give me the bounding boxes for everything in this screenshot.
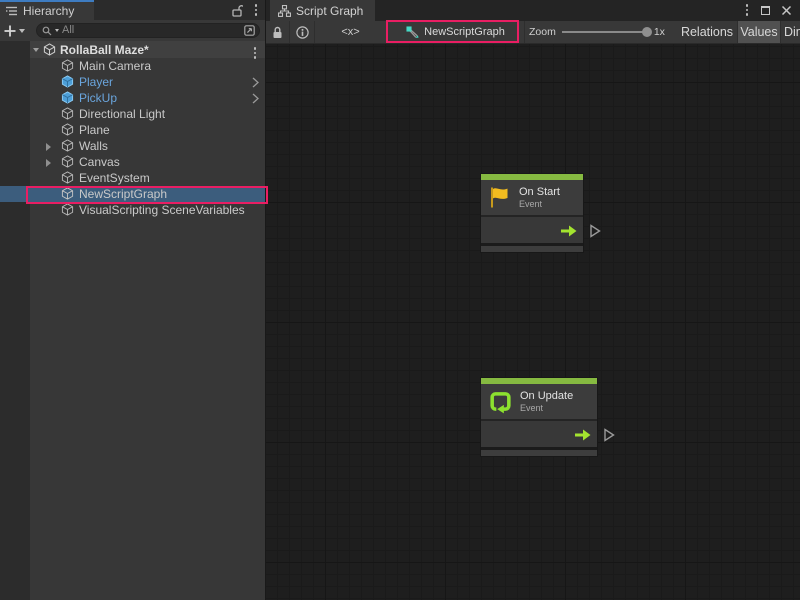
hierarchy-item-pickup[interactable]: PickUp xyxy=(0,90,265,106)
hierarchy-toolbar: All xyxy=(0,20,265,41)
foldout-open-icon[interactable] xyxy=(33,48,39,52)
flow-arrow-icon xyxy=(560,225,577,237)
hierarchy-item-player[interactable]: Player xyxy=(0,74,265,90)
graph-info-button[interactable] xyxy=(290,21,315,43)
prefab-chevron-icon[interactable] xyxy=(252,77,259,88)
unlock-icon[interactable] xyxy=(232,4,243,17)
node-on-update[interactable]: On Update Event xyxy=(481,378,597,456)
hierarchy-item-directional-light[interactable]: Directional Light xyxy=(0,106,265,122)
gameobject-cube-icon xyxy=(61,187,74,200)
graph-canvas[interactable]: On Start Event On Update Event xyxy=(266,44,800,600)
item-label: NewScriptGraph xyxy=(79,186,167,202)
script-graph-panel: Script Graph <x> NewScriptGraph xyxy=(266,0,800,600)
hierarchy-item-main-camera[interactable]: Main Camera xyxy=(0,58,265,74)
scene-header-rollaball-maze[interactable]: RollaBall Maze* xyxy=(30,41,265,58)
zoom-value: 1x xyxy=(654,26,665,38)
script-graph-asset-icon xyxy=(406,26,419,39)
relations-button[interactable]: Relations xyxy=(677,21,738,43)
item-label: Main Camera xyxy=(79,58,151,74)
node-footer xyxy=(481,243,583,252)
prefab-chevron-icon[interactable] xyxy=(252,93,259,104)
asset-name-label: NewScriptGraph xyxy=(424,26,505,38)
close-icon[interactable] xyxy=(781,5,792,16)
lock-icon xyxy=(272,26,283,39)
graph-variables-button[interactable]: <x> xyxy=(315,21,387,43)
unity-editor-window: Hierarchy All RollaBall Maz xyxy=(0,0,800,600)
gameobject-cube-icon xyxy=(61,107,74,120)
node-subtitle: Event xyxy=(520,403,573,413)
zoom-slider[interactable] xyxy=(562,31,648,33)
dim-button[interactable]: Dim xyxy=(781,21,800,43)
item-label: Player xyxy=(79,74,113,90)
item-label: Directional Light xyxy=(79,106,165,122)
graph-asset-breadcrumb[interactable]: NewScriptGraph xyxy=(387,21,525,43)
add-gameobject-button[interactable] xyxy=(4,20,25,41)
script-graph-toolbar: <x> NewScriptGraph Zoom 1x Relations Val… xyxy=(266,21,800,44)
gameobject-cube-icon xyxy=(61,59,74,72)
hierarchy-tree: Main Camera Player PickUp Directional Li… xyxy=(0,58,265,218)
node-title: On Update xyxy=(520,390,573,403)
graph-lock-button[interactable] xyxy=(266,21,290,43)
search-icon xyxy=(42,26,52,36)
hierarchy-search-input[interactable]: All xyxy=(36,23,260,38)
gameobject-cube-icon xyxy=(61,171,74,184)
foldout-collapsed-icon[interactable] xyxy=(46,143,51,151)
gameobject-cube-icon xyxy=(61,203,74,216)
item-label: Walls xyxy=(79,138,108,154)
hierarchy-item-visualscripting-scenevariables[interactable]: VisualScripting SceneVariables xyxy=(0,202,265,218)
plus-icon xyxy=(4,25,16,37)
item-label: Plane xyxy=(79,122,110,138)
values-button[interactable]: Values xyxy=(738,21,781,43)
foldout-collapsed-icon[interactable] xyxy=(46,159,51,167)
tab-script-graph-label: Script Graph xyxy=(296,4,363,18)
chevron-down-icon xyxy=(19,29,25,33)
hierarchy-item-walls[interactable]: Walls xyxy=(0,138,265,154)
hierarchy-item-newscriptgraph[interactable]: NewScriptGraph xyxy=(0,186,265,202)
hierarchy-item-eventsystem[interactable]: EventSystem xyxy=(0,170,265,186)
search-placeholder: All xyxy=(62,24,241,37)
script-graph-tab-bar: Script Graph xyxy=(266,0,800,21)
hierarchy-item-plane[interactable]: Plane xyxy=(0,122,265,138)
hierarchy-item-canvas[interactable]: Canvas xyxy=(0,154,265,170)
tab-hierarchy[interactable]: Hierarchy xyxy=(0,0,94,20)
variables-x-icon: <x> xyxy=(341,26,359,38)
flag-icon xyxy=(488,186,512,209)
zoom-slider-handle[interactable] xyxy=(642,27,652,37)
item-label: Canvas xyxy=(79,154,120,170)
hierarchy-icon xyxy=(6,6,18,16)
prefab-cube-icon xyxy=(61,91,74,104)
hierarchy-panel: Hierarchy All RollaBall Maz xyxy=(0,0,266,600)
output-port-icon[interactable] xyxy=(603,428,615,442)
search-filter-caret-icon[interactable] xyxy=(55,29,59,32)
hierarchy-tab-bar: Hierarchy xyxy=(0,0,265,20)
node-subtitle: Event xyxy=(519,199,560,209)
flow-arrow-icon xyxy=(574,429,591,441)
tab-hierarchy-label: Hierarchy xyxy=(23,4,74,18)
maximize-icon[interactable] xyxy=(761,6,770,15)
item-label: EventSystem xyxy=(79,170,150,186)
hierarchy-menu-icon[interactable] xyxy=(253,2,260,18)
node-on-start[interactable]: On Start Event xyxy=(481,174,583,252)
gameobject-cube-icon xyxy=(61,139,74,152)
node-title: On Start xyxy=(519,186,560,199)
prefab-cube-icon xyxy=(61,75,74,88)
node-footer xyxy=(481,447,597,456)
tab-script-graph[interactable]: Script Graph xyxy=(270,0,375,21)
info-icon xyxy=(296,26,309,39)
scene-name-label: RollaBall Maze* xyxy=(60,43,149,57)
gameobject-cube-icon xyxy=(61,155,74,168)
window-menu-icon[interactable] xyxy=(744,2,751,18)
item-label: VisualScripting SceneVariables xyxy=(79,202,245,218)
search-picker-icon[interactable] xyxy=(244,25,255,36)
graph-icon xyxy=(278,5,291,17)
unity-scene-icon xyxy=(43,43,56,56)
gameobject-cube-icon xyxy=(61,123,74,136)
loop-icon xyxy=(488,389,513,414)
output-port-icon[interactable] xyxy=(589,224,601,238)
zoom-label: Zoom xyxy=(529,26,556,38)
item-label: PickUp xyxy=(79,90,117,106)
